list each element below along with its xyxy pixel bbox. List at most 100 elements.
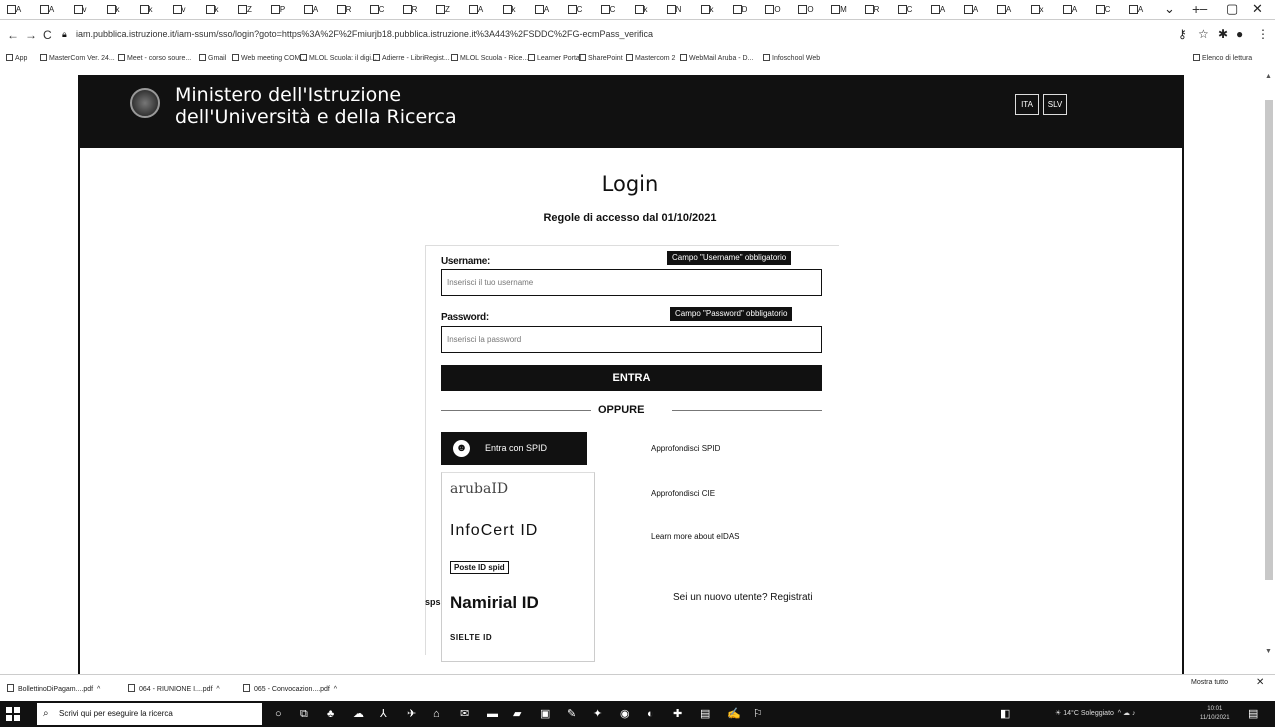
bookmark-item[interactable]: Infoschool Web [763, 54, 820, 62]
browser-tab[interactable]: A [466, 3, 486, 17]
browser-tab[interactable]: Z [433, 3, 453, 17]
taskbar-app-icon[interactable]: ▤ [700, 707, 710, 721]
browser-tab[interactable]: A [301, 3, 321, 17]
scroll-thumb[interactable] [1265, 100, 1273, 580]
bookmark-item[interactable]: SharePoint [579, 54, 623, 62]
key-icon[interactable]: ⚷ [1178, 27, 1187, 41]
taskbar-app-icon[interactable]: ✍ [727, 707, 741, 721]
reload-button[interactable]: C [43, 28, 52, 42]
browser-tab[interactable]: v [169, 3, 189, 17]
notification-icon[interactable]: ▤ [1248, 707, 1258, 720]
browser-tab[interactable]: A [994, 3, 1014, 17]
new-tab-button[interactable]: + [1192, 1, 1200, 17]
language-ita-button[interactable]: ITA [1015, 94, 1039, 115]
forward-button[interactable]: → [25, 28, 37, 42]
taskbar-app-icon[interactable]: ⚐ [753, 707, 763, 721]
taskbar-app-icon[interactable]: ✈ [407, 707, 416, 721]
bookmark-item[interactable]: WebMail Aruba - D... [680, 54, 753, 62]
maximize-button[interactable]: ▢ [1226, 1, 1238, 17]
browser-tab[interactable]: A [532, 3, 552, 17]
scroll-down-icon[interactable]: ▼ [1265, 648, 1272, 655]
close-downloads-button[interactable]: ✕ [1256, 677, 1264, 688]
enter-button[interactable]: ENTRA [441, 365, 822, 391]
minimize-button[interactable]: – [1200, 1, 1207, 17]
taskbar-app-icon[interactable]: ✉ [460, 707, 469, 721]
chrome-icon[interactable]: ◉ [620, 707, 630, 721]
browser-tab[interactable]: v [70, 3, 90, 17]
bookmark-item[interactable]: Adierre - LibriRegist... [373, 54, 450, 62]
username-input[interactable]: Inserisci il tuo username [441, 269, 822, 296]
browser-tab[interactable]: k [202, 3, 222, 17]
bookmark-item[interactable]: Web meeting COM... [232, 54, 306, 62]
download-item[interactable]: BollettinoDiPagam....pdf ^ [7, 684, 100, 693]
access-rules-link[interactable]: Regole di accesso dal 01/10/2021 [520, 212, 740, 224]
store-icon[interactable]: ▣ [540, 707, 550, 721]
back-button[interactable]: ← [7, 28, 19, 42]
bookmark-item[interactable]: App [6, 54, 27, 62]
browser-tab[interactable]: k [499, 3, 519, 17]
bookmark-item[interactable]: Mastercom 2 [626, 54, 675, 62]
browser-tab[interactable]: Z [235, 3, 255, 17]
taskbar-app-icon[interactable]: ◧ [1000, 707, 1010, 721]
close-window-button[interactable]: ✕ [1252, 1, 1263, 17]
bookmark-item[interactable]: MLOL Scuola: il digi... [300, 54, 377, 62]
browser-tab[interactable]: k [697, 3, 717, 17]
language-slv-button[interactable]: SLV [1043, 94, 1067, 115]
info-spid-link[interactable]: Approfondisci SPID [651, 444, 720, 453]
bookmark-item[interactable]: Learner Portal [528, 54, 581, 62]
browser-tab[interactable]: N [664, 3, 684, 17]
provider-poste[interactable]: Poste ID spid [450, 561, 509, 574]
browser-tab[interactable]: A [37, 3, 57, 17]
spid-login-button[interactable]: ☻ Entra con SPID [441, 432, 587, 465]
taskbar-app-icon[interactable]: ▬ [487, 707, 498, 721]
browser-tab[interactable]: R [862, 3, 882, 17]
bookmark-item[interactable]: MasterCom Ver. 24... [40, 54, 115, 62]
browser-tab[interactable]: O [763, 3, 783, 17]
bookmark-item[interactable]: Meet - corso soure... [118, 54, 191, 62]
browser-tab[interactable]: P [268, 3, 288, 17]
browser-tab[interactable]: A [928, 3, 948, 17]
taskbar-app-icon[interactable]: ☁ [353, 707, 364, 721]
browser-tab[interactable]: A [1126, 3, 1146, 17]
republic-emblem-logo[interactable] [130, 88, 160, 118]
browser-tab[interactable]: C [565, 3, 585, 17]
browser-tab[interactable]: k [103, 3, 123, 17]
provider-namirial[interactable]: Namirial ID [450, 593, 539, 613]
taskbar-app-icon[interactable]: ⌂ [433, 707, 440, 721]
download-item[interactable]: 064 - RIUNIONE I....pdf ^ [128, 684, 220, 693]
browser-tab[interactable]: A [1060, 3, 1080, 17]
taskbar-app-icon[interactable]: ✦ [593, 707, 602, 721]
profile-avatar[interactable]: ● [1236, 27, 1243, 41]
weather-widget[interactable]: ☀ 14°C Soleggiato ^ ☁ ♪ [1055, 709, 1135, 717]
browser-tab[interactable]: A [4, 3, 24, 17]
password-input[interactable]: Inserisci la password [441, 326, 822, 353]
provider-sielte[interactable]: SIELTE ID [450, 633, 492, 642]
task-view-icon[interactable]: ⧉ [300, 707, 308, 721]
browser-tab[interactable]: M [829, 3, 849, 17]
browser-tab[interactable]: R [334, 3, 354, 17]
browser-tab[interactable]: k [631, 3, 651, 17]
taskbar-app-icon[interactable]: ♣ [327, 707, 334, 721]
reading-list-button[interactable]: Elenco di lettura [1193, 54, 1252, 62]
browser-tab[interactable]: x [1027, 3, 1047, 17]
browser-tab[interactable]: C [1093, 3, 1113, 17]
tab-search-chevron-icon[interactable]: ⌄ [1164, 1, 1175, 17]
browser-tab[interactable]: C [895, 3, 915, 17]
system-clock[interactable]: 10:01 11/10/2021 [1200, 705, 1230, 723]
page-scrollbar[interactable]: ▲ ▼ [1262, 70, 1275, 660]
taskbar-app-icon[interactable]: ◐ [647, 707, 654, 721]
browser-tab[interactable]: R [400, 3, 420, 17]
start-button[interactable] [6, 707, 20, 721]
browser-tab[interactable]: C [598, 3, 618, 17]
browser-tab[interactable]: C [367, 3, 387, 17]
url-field[interactable]: iam.pubblica.istruzione.it/iam-ssum/sso/… [76, 29, 653, 39]
provider-aruba[interactable]: arubaID [450, 481, 508, 497]
show-all-downloads-button[interactable]: Mostra tutto [1191, 679, 1228, 686]
browser-tab[interactable]: O [796, 3, 816, 17]
taskbar-app-icon[interactable]: ✚ [673, 707, 682, 721]
register-link[interactable]: Sei un nuovo utente? Registrati [673, 592, 813, 603]
menu-icon[interactable]: ⋮ [1257, 27, 1269, 41]
info-eidas-link[interactable]: Learn more about eIDAS [651, 532, 740, 541]
download-item[interactable]: 065 - Convocazion....pdf ^ [243, 684, 337, 693]
bookmark-item[interactable]: MLOL Scuola - Rice... [451, 54, 528, 62]
